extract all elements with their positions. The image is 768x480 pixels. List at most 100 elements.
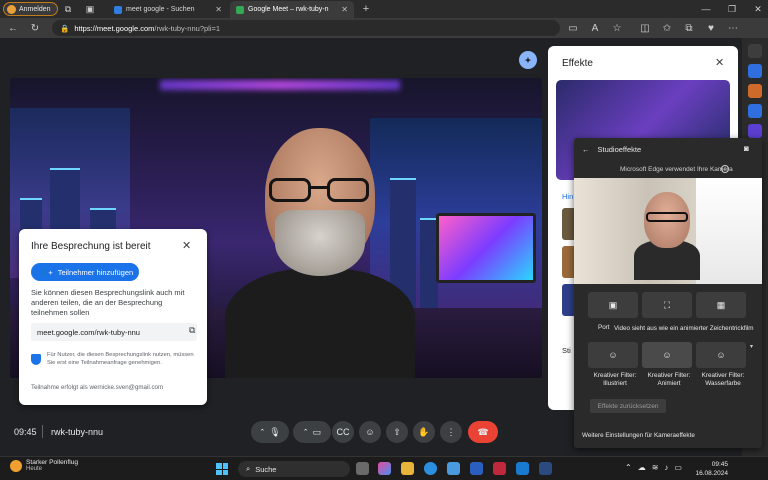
address-bar[interactable]: 🔒 https://meet.google.com/rwk-tuby-nnu?p… — [52, 20, 560, 36]
filter-animated-button[interactable]: ☺ — [642, 342, 692, 368]
favorite-star-icon[interactable]: ☆ — [610, 21, 624, 35]
add-person-icon: 👤+ — [39, 267, 53, 277]
add-participants-label: Teilnehmer hinzufügen — [57, 267, 134, 277]
tab-title: Google Meet – rwk-tuby-n — [248, 6, 329, 13]
filter-watercolor-button[interactable]: ☺ — [696, 342, 746, 368]
taskbar-search[interactable]: ⌕ Suche — [238, 461, 350, 477]
meeting-code: rwk-tuby-nnu — [51, 427, 104, 437]
clock-date: 16.08.2024 — [695, 470, 728, 477]
weather-subtitle: Heute — [26, 466, 43, 472]
portrait-light-button[interactable]: ▣ — [588, 292, 638, 318]
sidebar-search-icon[interactable] — [748, 44, 762, 58]
mcafee-icon[interactable] — [493, 462, 506, 475]
pattern-icon: ▦ — [716, 299, 726, 310]
system-tray[interactable]: ⌃ ☁ ≋ ♪ ▭ — [625, 463, 682, 472]
minimize-icon[interactable]: — — [700, 2, 712, 16]
close-window-icon[interactable]: ✕ — [752, 2, 764, 16]
steam-icon[interactable] — [539, 462, 552, 475]
blur-people-icon: ⛶ — [663, 299, 671, 310]
favorites-icon[interactable]: ✩ — [660, 21, 674, 35]
microphone-button[interactable]: ⌃ 🎙 — [251, 421, 289, 443]
background-pattern-button[interactable]: ▦ — [696, 292, 746, 318]
read-aloud-icon[interactable]: A — [588, 21, 602, 35]
raise-hand-button[interactable]: ✋ — [413, 421, 435, 443]
copilot-app-icon[interactable] — [378, 462, 391, 475]
close-dialog-icon[interactable]: ✕ — [182, 239, 191, 252]
taskbar-clock[interactable]: 09:45 16.08.2024 — [686, 460, 728, 478]
joined-as-text: Teilnahme erfolgt als wernicke.sven@gmai… — [31, 384, 164, 391]
sidebar-outlook-icon[interactable] — [748, 124, 762, 138]
back-icon[interactable]: ← — [6, 21, 20, 35]
more-vert-icon: ⋮ — [446, 426, 456, 437]
collections-icon[interactable]: ⧉ — [682, 21, 696, 35]
info-icon[interactable]: i — [721, 165, 729, 173]
filter-watercolor-label: Kreativer Filter: Wasserfarbe — [701, 372, 745, 387]
back-arrow-icon[interactable]: ← — [582, 145, 590, 154]
scroll-down-icon[interactable]: ▾ — [750, 343, 753, 350]
meeting-ready-dialog: Ihre Besprechung ist bereit ✕ 👤+ Teilneh… — [19, 229, 207, 405]
nav-bar: ← ↻ 🔒 https://meet.google.com/rwk-tuby-n… — [0, 18, 768, 38]
add-participants-button[interactable]: 👤+ Teilnehmer hinzufügen — [31, 263, 139, 281]
filter-illustrated-button[interactable]: ☺ — [588, 342, 638, 368]
chevron-up-icon[interactable]: ⌃ — [303, 428, 309, 436]
more-camera-settings-link[interactable]: Weitere Einstellungen für Kameraeffekte — [582, 432, 695, 439]
outlook-app-icon[interactable] — [516, 462, 529, 475]
camera-preview — [574, 178, 762, 284]
weather-widget[interactable]: Starker Pollenflug Heute — [10, 459, 78, 472]
task-view-icon[interactable] — [356, 462, 369, 475]
studio-effects-panel: ← Studioeffekte ◙ Microsoft Edge verwend… — [574, 138, 762, 448]
meeting-link-field: meet.google.com/rwk-tuby-nnu ⧉ — [31, 323, 197, 341]
tab-meet[interactable]: Google Meet – rwk-tuby-n ✕ — [230, 1, 354, 18]
reset-effects-button[interactable]: Effekte zurücksetzen — [590, 399, 666, 413]
emoji-icon: ☺ — [365, 427, 375, 437]
camera-icon[interactable]: ◙ — [744, 144, 749, 153]
pollen-warning-icon — [10, 459, 22, 472]
windows-start-icon[interactable] — [216, 463, 228, 475]
microphone-icon: 🎙 — [269, 426, 281, 437]
new-tab-button[interactable]: + — [360, 2, 372, 16]
chevron-up-icon[interactable]: ⌃ — [259, 428, 265, 436]
portrait-icon: ▣ — [608, 299, 618, 310]
present-button[interactable]: ⇧ — [386, 421, 408, 443]
backgrounds-label: Hin — [562, 192, 574, 201]
emoji-button[interactable]: ☺ — [359, 421, 381, 443]
end-call-button[interactable]: ☎ — [468, 421, 498, 443]
copy-link-icon[interactable]: ⧉ — [189, 325, 195, 336]
clock-time: 09:45 — [711, 461, 728, 468]
visual-effects-badge-icon[interactable]: ✦ — [519, 51, 537, 69]
search-icon: ⌕ — [246, 464, 251, 473]
more-menu-icon[interactable]: ⋯ — [726, 21, 740, 35]
tab-actions-icon[interactable]: ▣ — [84, 2, 96, 16]
captions-button[interactable]: CC — [332, 421, 354, 443]
tab-bar: Anmelden ⧉ ▣ meet google - Suchen ✕ Goog… — [0, 0, 768, 18]
camera-button[interactable]: ⌃ ▭ — [293, 421, 331, 443]
sidebar-tools-icon[interactable] — [748, 64, 762, 78]
filter-face-icon: ☺ — [662, 350, 672, 360]
close-tab-icon[interactable]: ✕ — [215, 5, 222, 14]
maximize-icon[interactable]: ❐ — [726, 2, 738, 16]
divider — [42, 425, 43, 438]
profile-button[interactable]: Anmelden — [3, 2, 58, 16]
background-blur-button[interactable]: ⛶ — [642, 292, 692, 318]
lightworks-icon[interactable] — [470, 462, 483, 475]
file-explorer-icon[interactable] — [401, 462, 414, 475]
volume-icon: ♪ — [664, 463, 669, 472]
url-host: https://meet.google.com — [74, 23, 155, 33]
camera-in-use-icon[interactable]: ▭ — [566, 21, 580, 35]
edge-app-icon[interactable] — [424, 462, 437, 475]
workspaces-icon[interactable]: ⧉ — [62, 2, 74, 16]
store-icon[interactable] — [447, 462, 460, 475]
refresh-icon[interactable]: ↻ — [28, 21, 42, 35]
split-screen-icon[interactable]: ◫ — [638, 21, 652, 35]
tab-search[interactable]: meet google - Suchen ✕ — [108, 1, 228, 18]
meeting-time: 09:45 — [14, 427, 37, 437]
close-tab-icon[interactable]: ✕ — [341, 5, 348, 14]
sidebar-games-icon[interactable] — [748, 104, 762, 118]
close-effects-icon[interactable]: ✕ — [715, 56, 724, 69]
sidebar-shopping-icon[interactable] — [748, 84, 762, 98]
copilot-icon[interactable]: ♥ — [704, 21, 718, 35]
chevron-up-icon[interactable]: ⌃ — [625, 463, 632, 472]
styles-label: Sti — [562, 346, 571, 355]
approval-note: Für Nutzer, die diesen Besprechungslink … — [47, 352, 194, 366]
more-options-button[interactable]: ⋮ — [440, 421, 462, 443]
